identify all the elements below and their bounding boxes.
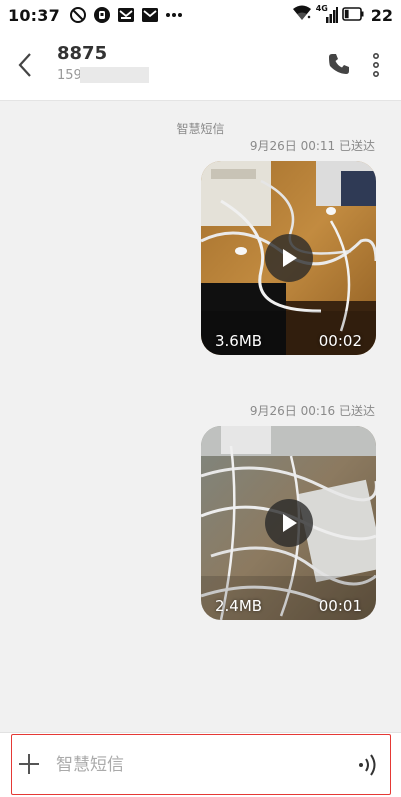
conversation-header: 8875 159 [0, 30, 401, 101]
back-icon [18, 53, 31, 77]
contact-number: 159 [57, 68, 82, 83]
video-message[interactable]: 2.4MB 00:01 [201, 426, 376, 620]
voice-input-button[interactable] [356, 751, 380, 779]
status-time: 10:37 [8, 5, 60, 25]
play-button[interactable] [265, 499, 313, 547]
contact-name: 8875 [57, 43, 108, 64]
add-attachment-button[interactable] [18, 753, 40, 775]
redacted-number-mask [80, 67, 149, 83]
video-message[interactable]: 3.6MB 00:02 [201, 161, 376, 355]
notification-icons [69, 6, 183, 24]
back-button[interactable] [12, 50, 38, 80]
more-notifications-icon [165, 6, 183, 24]
video-size: 3.6MB [215, 332, 263, 350]
video-duration: 00:02 [318, 332, 362, 350]
do-not-disturb-icon [69, 6, 87, 24]
plus-icon [19, 754, 39, 774]
voice-icon [359, 754, 376, 776]
video-duration: 00:01 [318, 597, 362, 615]
sender-label: 智慧短信 [176, 122, 225, 136]
wifi-icon [292, 4, 312, 26]
play-button[interactable] [265, 234, 313, 282]
play-icon [283, 249, 297, 267]
call-button[interactable] [326, 51, 352, 77]
play-icon [283, 514, 297, 532]
message-timestamp: 9月26日 00:11 已送达 [249, 139, 375, 153]
mail-notification-icon [117, 6, 135, 24]
phone-icon [329, 54, 349, 74]
more-options-button[interactable] [366, 51, 386, 79]
status-bar: 10:37 4G 22 [0, 0, 401, 30]
system-status-icons: 4G 22 [292, 4, 393, 26]
video-size: 2.4MB [215, 597, 263, 615]
app-notification-icon [93, 6, 111, 24]
message-timestamp: 9月26日 00:16 已送达 [249, 404, 375, 418]
battery-icon [341, 6, 364, 25]
battery-percentage: 22 [370, 5, 393, 25]
cellular-signal-icon: 4G [316, 4, 338, 24]
message-input[interactable] [56, 748, 346, 782]
mail-notification-icon [141, 6, 159, 24]
more-vertical-icon [372, 53, 380, 77]
